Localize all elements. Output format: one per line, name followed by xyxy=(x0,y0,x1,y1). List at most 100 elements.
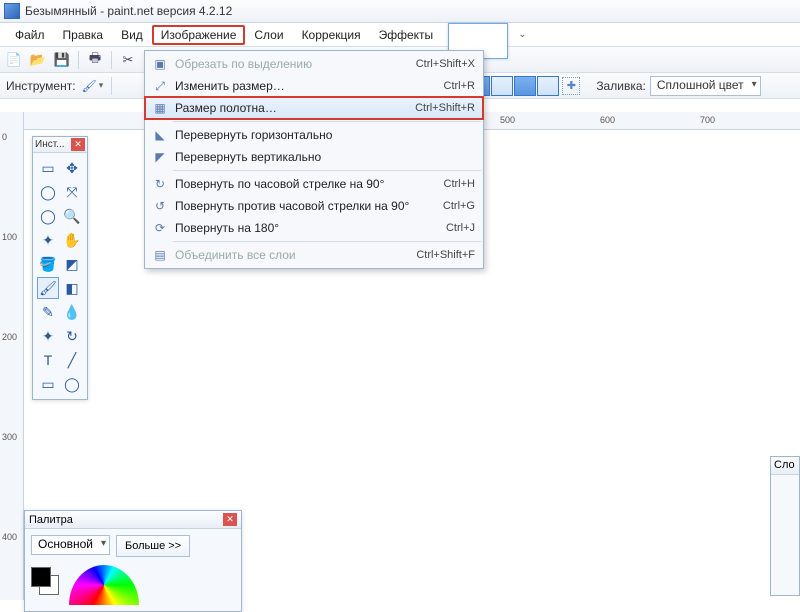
tool-rectangle[interactable]: ▭ xyxy=(37,373,59,395)
crop-icon: ▣ xyxy=(149,57,171,71)
menu-item-resize[interactable]: ⤢Изменить размер…Ctrl+R xyxy=(145,75,483,97)
menu-item-label: Перевернуть горизонтально xyxy=(171,128,475,142)
tool-zoom[interactable]: 🔍 xyxy=(61,205,83,227)
menu-adjust[interactable]: Коррекция xyxy=(293,25,370,45)
tools-panel: Инст... ✕ ▭ ✥ ◯ ⤧ ◯ 🔍 ✦ ✋ 🪣 ◩ 🖌 ◧ ✎ 💧 ✦ … xyxy=(32,136,88,400)
fill-selector: Заливка: Сплошной цвет xyxy=(596,76,760,96)
menu-item-shortcut: Ctrl+Shift+X xyxy=(416,58,475,70)
tool-clone[interactable]: ✦ xyxy=(37,325,59,347)
app-icon xyxy=(4,3,20,19)
fliph-icon: ◣ xyxy=(149,128,171,142)
toolbar-separator xyxy=(78,51,79,69)
menu-item-shortcut: Ctrl+Shift+F xyxy=(416,249,475,261)
toolbar-separator xyxy=(111,51,112,69)
menu-item-label: Обрезать по выделению xyxy=(171,57,416,71)
palette-panel: Палитра ✕ Основной Больше >> xyxy=(24,510,242,612)
menu-item-label: Перевернуть вертикально xyxy=(171,150,475,164)
tool-pencil[interactable]: ✎ xyxy=(37,301,59,323)
menu-file[interactable]: Файл xyxy=(6,25,54,45)
menu-view[interactable]: Вид xyxy=(112,25,152,45)
settings-icon[interactable]: ✚ xyxy=(562,77,580,95)
close-icon[interactable]: ✕ xyxy=(223,513,237,526)
menu-effects[interactable]: Эффекты xyxy=(370,25,443,45)
toggle-colors-icon[interactable] xyxy=(537,76,559,96)
tool-pan[interactable]: ✋ xyxy=(61,229,83,251)
close-icon[interactable]: ✕ xyxy=(71,138,85,151)
ruler-label: 300 xyxy=(2,432,17,442)
tool-text[interactable]: T xyxy=(37,349,59,371)
menu-bar: Файл Правка Вид Изображение Слои Коррекц… xyxy=(0,23,800,47)
layers-panel-title[interactable]: Сло xyxy=(771,457,799,475)
chevron-down-icon: ▾ xyxy=(99,80,104,91)
menu-edit[interactable]: Правка xyxy=(54,25,113,45)
menu-image[interactable]: Изображение xyxy=(152,25,246,45)
menu-item-canvas[interactable]: ▦Размер полотна…Ctrl+Shift+R xyxy=(145,97,483,119)
menu-item-rot180[interactable]: ⟳Повернуть на 180°Ctrl+J xyxy=(145,217,483,239)
menu-item-fliph[interactable]: ◣Перевернуть горизонтально xyxy=(145,124,483,146)
foreground-swatch[interactable] xyxy=(31,567,51,587)
tool-move-selection[interactable]: ⤧ xyxy=(61,181,83,203)
tool-magic-wand[interactable]: ✦ xyxy=(37,229,59,251)
fill-label: Заливка: xyxy=(596,79,646,93)
menu-item-label: Повернуть на 180° xyxy=(171,221,446,235)
save-file-icon[interactable]: 💾 xyxy=(52,50,72,70)
menu-item-shortcut: Ctrl+Shift+R xyxy=(415,102,475,114)
menu-item-label: Объединить все слои xyxy=(171,248,416,262)
tool-ellipse-select[interactable]: ◯ xyxy=(37,205,59,227)
canvas-icon: ▦ xyxy=(149,101,171,115)
ruler-label: 600 xyxy=(600,115,615,125)
tool-color-picker[interactable]: 💧 xyxy=(61,301,83,323)
tool-gradient[interactable]: ◩ xyxy=(61,253,83,275)
palette-header[interactable]: Палитра ✕ xyxy=(25,511,241,529)
tools-grid: ▭ ✥ ◯ ⤧ ◯ 🔍 ✦ ✋ 🪣 ◩ 🖌 ◧ ✎ 💧 ✦ ↻ T ╱ ▭ ◯ xyxy=(33,153,87,399)
menu-item-rotcw[interactable]: ↻Повернуть по часовой стрелке на 90°Ctrl… xyxy=(145,173,483,195)
thumbnail-dropdown-icon[interactable]: ⌄ xyxy=(518,29,526,40)
menu-item-label: Повернуть по часовой стрелке на 90° xyxy=(171,177,444,191)
tools-panel-header[interactable]: Инст... ✕ xyxy=(33,137,87,153)
menu-layers[interactable]: Слои xyxy=(245,25,292,45)
brush-icon: 🖌 xyxy=(82,79,97,93)
ruler-label: 400 xyxy=(2,532,17,542)
ruler-label: 200 xyxy=(2,332,17,342)
fill-combo[interactable]: Сплошной цвет xyxy=(650,76,761,96)
menu-item-flipv[interactable]: ◤Перевернуть вертикально xyxy=(145,146,483,168)
menu-item-label: Изменить размер… xyxy=(171,79,444,93)
tool-line[interactable]: ╱ xyxy=(61,349,83,371)
print-icon[interactable]: 🖶 xyxy=(85,50,105,70)
resize-icon: ⤢ xyxy=(149,79,171,94)
toolbar-separator xyxy=(111,77,112,95)
palette-more-button[interactable]: Больше >> xyxy=(116,535,190,557)
color-wheel[interactable] xyxy=(69,565,139,605)
rotccw-icon: ↺ xyxy=(149,199,171,213)
tool-shape[interactable]: ◯ xyxy=(61,373,83,395)
menu-item-label: Повернуть против часовой стрелки на 90° xyxy=(171,199,443,213)
flatten-icon: ▤ xyxy=(149,248,171,262)
palette-primary-combo[interactable]: Основной xyxy=(31,535,110,555)
rotcw-icon: ↻ xyxy=(149,177,171,191)
tool-move[interactable]: ✥ xyxy=(61,157,83,179)
color-swatches[interactable] xyxy=(31,567,59,595)
tool-lasso[interactable]: ◯ xyxy=(37,181,59,203)
menu-item-shortcut: Ctrl+R xyxy=(444,80,475,92)
tool-picker[interactable]: 🖌 ▾ xyxy=(82,79,104,93)
toggle-history-icon[interactable] xyxy=(491,76,513,96)
tool-rect-select[interactable]: ▭ xyxy=(37,157,59,179)
open-file-icon[interactable]: 📂 xyxy=(28,50,48,70)
new-file-icon[interactable]: 📄 xyxy=(4,50,24,70)
tool-eraser[interactable]: ◧ xyxy=(61,277,83,299)
tool-recolor[interactable]: ↻ xyxy=(61,325,83,347)
tool-brush[interactable]: 🖌 xyxy=(37,277,59,299)
palette-title: Палитра xyxy=(29,514,73,526)
title-bar: Безымянный - paint.net версия 4.2.12 xyxy=(0,0,800,23)
window-toggles: ✚ xyxy=(468,76,580,96)
toggle-layers-icon[interactable] xyxy=(514,76,536,96)
tools-panel-title: Инст... xyxy=(35,139,65,150)
menu-item-shortcut: Ctrl+J xyxy=(446,222,475,234)
tool-label: Инструмент: xyxy=(6,79,76,93)
menu-item-rotccw[interactable]: ↺Повернуть против часовой стрелки на 90°… xyxy=(145,195,483,217)
cut-icon[interactable]: ✂ xyxy=(118,50,138,70)
tool-bucket[interactable]: 🪣 xyxy=(37,253,59,275)
ruler-label: 100 xyxy=(2,232,17,242)
menu-item-shortcut: Ctrl+H xyxy=(444,178,475,190)
rot180-icon: ⟳ xyxy=(149,221,171,235)
